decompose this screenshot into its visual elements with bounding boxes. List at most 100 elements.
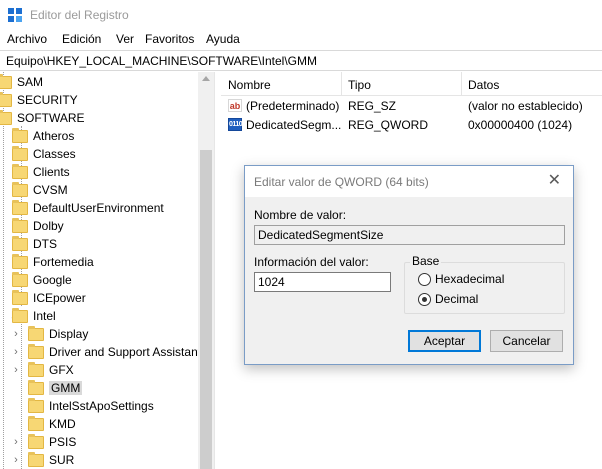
pane-splitter[interactable] [214, 72, 220, 469]
folder-icon [12, 235, 28, 251]
folder-icon [0, 73, 12, 89]
folder-icon [12, 127, 28, 143]
radio-hexadecimal[interactable]: Hexadecimal [418, 272, 504, 286]
chevron-right-icon[interactable]: › [11, 346, 21, 358]
chevron-right-icon[interactable]: › [11, 436, 21, 448]
folder-icon [12, 199, 28, 215]
list-row[interactable]: ab (Predeterminado) REG_SZ (valor no est… [221, 97, 602, 115]
folder-icon [12, 307, 28, 323]
value-type: REG_SZ [348, 99, 397, 113]
tree-guide-line [3, 72, 4, 469]
folder-icon [12, 271, 28, 287]
tree-item-kmd[interactable]: KMD [28, 415, 76, 433]
menu-ayuda[interactable]: Ayuda [206, 32, 240, 46]
tree-item-security[interactable]: SECURITY [0, 91, 78, 109]
string-value-icon: ab [228, 99, 242, 112]
radio-decimal[interactable]: Decimal [418, 292, 478, 306]
tree-item-dts[interactable]: DTS [12, 235, 57, 253]
radio-button-checked[interactable] [418, 292, 431, 306]
close-icon[interactable]: ✕ [548, 172, 561, 190]
list-row[interactable]: 0110 DedicatedSegm... REG_QWORD 0x000004… [221, 116, 602, 134]
folder-icon [12, 145, 28, 161]
folder-icon [28, 361, 44, 377]
tree-item-atheros[interactable]: Atheros [12, 127, 74, 145]
tree-item-intel[interactable]: Intel [12, 307, 56, 325]
tree-item-clients[interactable]: Clients [12, 163, 70, 181]
value-name: DedicatedSegm... [246, 118, 342, 132]
column-separator[interactable] [461, 72, 462, 95]
folder-icon [28, 433, 44, 449]
value-name-field[interactable]: DedicatedSegmentSize [254, 225, 565, 245]
base-groupbox [404, 262, 565, 314]
value-data-label: Información del valor: [254, 255, 369, 269]
tree-item-software[interactable]: SOFTWARE [0, 109, 85, 127]
tree-item-defaultuserenvironment[interactable]: DefaultUserEnvironment [12, 199, 164, 217]
radio-hexadecimal-label: Hexadecimal [435, 272, 505, 286]
tree-item-gfx[interactable]: GFX [28, 361, 74, 379]
radio-button[interactable] [418, 272, 431, 286]
dialog-title: Editar valor de QWORD (64 bits) [254, 175, 429, 189]
list-header: Nombre Tipo Datos [221, 72, 602, 96]
menu-favoritos[interactable]: Favoritos [145, 32, 194, 46]
folder-icon [12, 253, 28, 269]
menu-bar: Archivo Edición Ver Favoritos Ayuda [0, 30, 602, 49]
tree-item-cvsm[interactable]: CVSM [12, 181, 68, 199]
tree-item-gmm[interactable]: GMM [28, 379, 83, 397]
folder-icon [0, 91, 12, 107]
value-data-field[interactable]: 1024 [254, 272, 391, 292]
column-separator[interactable] [341, 72, 342, 95]
value-name-label: Nombre de valor: [254, 208, 347, 222]
ok-button[interactable]: Aceptar [408, 330, 481, 352]
menu-archivo[interactable]: Archivo [7, 32, 47, 46]
address-bar[interactable]: Equipo\HKEY_LOCAL_MACHINE\SOFTWARE\Intel… [0, 50, 602, 71]
folder-icon [12, 163, 28, 179]
scroll-up-arrow-icon[interactable] [202, 76, 210, 81]
tree-item-icepower[interactable]: ICEpower [12, 289, 86, 307]
folder-icon [28, 379, 44, 395]
tree-item-psis[interactable]: PSIS [28, 433, 76, 451]
tree-item-display[interactable]: Display [28, 325, 88, 343]
menu-edicion[interactable]: Edición [62, 32, 101, 46]
tree-scrollbar[interactable] [198, 72, 214, 469]
menu-ver[interactable]: Ver [116, 32, 134, 46]
scrollbar-thumb[interactable] [200, 150, 212, 469]
tree-item-google[interactable]: Google [12, 271, 72, 289]
window-titlebar: Editor del Registro [0, 0, 602, 30]
value-data: 0x00000400 (1024) [468, 118, 573, 132]
tree-item-sam[interactable]: SAM [0, 73, 43, 91]
binary-value-icon: 0110 [228, 118, 243, 131]
value-data: (valor no establecido) [468, 99, 583, 113]
radio-decimal-label: Decimal [435, 292, 479, 306]
folder-icon [12, 289, 28, 305]
folder-icon [12, 217, 28, 233]
folder-icon [28, 451, 44, 467]
tree-guide-line [21, 317, 22, 469]
tree-item-intelsstaposettings[interactable]: IntelSstApoSettings [28, 397, 154, 415]
window-title: Editor del Registro [30, 8, 129, 22]
registry-editor-icon [8, 8, 22, 22]
chevron-right-icon[interactable]: › [11, 364, 21, 376]
folder-icon [0, 109, 12, 125]
tree-item-dolby[interactable]: Dolby [12, 217, 64, 235]
folder-icon [12, 181, 28, 197]
address-path[interactable]: Equipo\HKEY_LOCAL_MACHINE\SOFTWARE\Intel… [6, 54, 317, 68]
tree-item-classes[interactable]: Classes [12, 145, 76, 163]
base-group-title: Base [410, 254, 442, 268]
tree-item-driver-support-assistant[interactable]: Driver and Support Assistant [28, 343, 201, 361]
column-header-tipo[interactable]: Tipo [348, 78, 371, 92]
column-header-nombre[interactable]: Nombre [228, 78, 271, 92]
cancel-button[interactable]: Cancelar [490, 330, 563, 352]
folder-icon [28, 325, 44, 341]
column-header-datos[interactable]: Datos [468, 78, 499, 92]
chevron-right-icon[interactable]: › [11, 454, 21, 466]
value-name: (Predeterminado) [246, 99, 340, 113]
edit-qword-dialog: Editar valor de QWORD (64 bits) ✕ Nombre… [244, 165, 574, 365]
dialog-titlebar[interactable]: Editar valor de QWORD (64 bits) ✕ [245, 166, 573, 197]
folder-icon [28, 343, 44, 359]
tree-item-fortemedia[interactable]: Fortemedia [12, 253, 94, 271]
tree-item-sur[interactable]: SUR [28, 451, 74, 469]
folder-icon [28, 397, 44, 413]
registry-tree[interactable]: SAM SECURITY SOFTWARE › Atheros › Classe… [0, 72, 214, 469]
folder-icon [28, 415, 44, 431]
chevron-right-icon[interactable]: › [11, 328, 21, 340]
